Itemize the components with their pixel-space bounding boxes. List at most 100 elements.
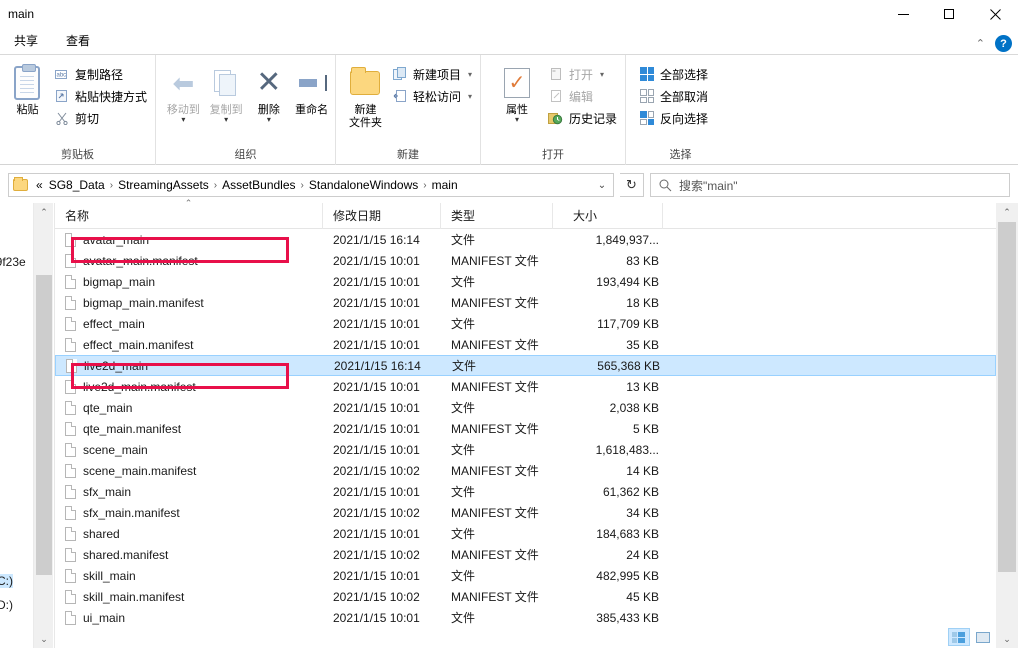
table-row[interactable]: scene_main.manifest 2021/1/15 10:02 MANIFE… [55,460,996,481]
copy-to-button[interactable]: 复制到 ▾ [205,59,248,124]
cell-size: 193,494 KB [596,274,659,289]
edit-icon [548,88,564,104]
breadcrumb-item-standalonewindows[interactable]: StandaloneWindows [306,177,421,193]
breadcrumb-separator-icon: › [423,179,427,191]
breadcrumb-item-assetbundles[interactable]: AssetBundles [219,177,298,193]
scissors-icon [54,110,70,126]
file-scroll-thumb[interactable] [998,222,1016,572]
cell-date-modified: 2021/1/15 16:14 [334,358,421,373]
table-row[interactable]: shared 2021/1/15 10:01 文件 184,683 KB [55,523,996,544]
chevron-down-icon[interactable]: ⌄ [593,180,611,191]
invert-selection-button[interactable]: 反向选择 [636,107,714,129]
group-label-clipboard: 剪贴板 [61,149,94,161]
help-button[interactable]: ? [995,35,1012,52]
file-scroll-up-icon[interactable]: ⌃ [996,203,1018,221]
file-name-label: scene_main.manifest [83,463,197,478]
table-row[interactable]: live2d_main.manifest 2021/1/15 10:01 MANIF… [55,376,996,397]
cell-size: 2,038 KB [609,400,659,415]
close-button[interactable] [972,0,1018,28]
column-header-date[interactable]: 修改日期 [323,202,441,229]
table-row[interactable]: qte_main 2021/1/15 10:01 文件 2,038 KB [55,397,996,418]
chevron-up-icon[interactable]: ⌃ [976,37,985,50]
table-row[interactable]: avatar_main 2021/1/15 16:14 文件 1,849,937... [55,229,996,250]
rename-button[interactable]: 重命名 [290,59,333,117]
cell-size: 1,618,483... [595,442,659,457]
column-header-name[interactable]: ⌃ 名称 [55,198,323,229]
cell-date-modified: 2021/1/15 10:01 [333,442,420,457]
edit-button[interactable]: 编辑 [545,85,623,107]
nav-item-drive-d[interactable]: (D:) [0,598,13,612]
paste-button[interactable]: 粘贴 [4,59,51,117]
cell-size: 117,709 KB [597,316,659,331]
table-row[interactable]: shared.manifest 2021/1/15 10:02 MANIFEST 文… [55,544,996,565]
cell-name: skill_main [55,568,323,583]
table-row[interactable]: skill_main 2021/1/15 10:01 文件 482,995 KB [55,565,996,586]
easy-access-button[interactable]: 轻松访问 ▾ [389,85,478,107]
new-item-button[interactable]: 新建项目 ▾ [389,63,478,85]
table-row[interactable]: ui_main 2021/1/15 10:01 文件 385,433 KB [55,607,996,628]
properties-button[interactable]: ✓ 属性 ▾ [489,59,545,124]
cell-size: 14 KB [626,463,659,478]
column-header-type[interactable]: 类型 [441,202,553,229]
table-row[interactable]: bigmap_main.manifest 2021/1/15 10:01 MANIF… [55,292,996,313]
copy-path-button[interactable]: abc 复制路径 [51,63,153,85]
new-folder-button[interactable]: 新建 文件夹 [342,59,389,130]
breadcrumb[interactable]: « SG8_Data › StreamingAssets › AssetBund… [8,173,614,197]
details-view-button[interactable] [948,628,970,646]
cell-size: 83 KB [626,253,659,268]
table-row[interactable]: qte_main.manifest 2021/1/15 10:01 MANIFEST… [55,418,996,439]
table-row[interactable]: live2d_main 2021/1/15 16:14 文件 565,368 KB [55,355,996,376]
nav-item-drive-c[interactable]: (C:) [0,574,13,588]
table-row[interactable]: bigmap_main 2021/1/15 10:01 文件 193,494 KB [55,271,996,292]
cell-name: bigmap_main [55,274,323,289]
column-header-size[interactable]: 大小 [553,202,663,229]
refresh-button[interactable]: ↻ [620,173,644,197]
cell-type: MANIFEST 文件 [451,506,539,520]
search-input[interactable]: 搜索"main" [650,173,1010,197]
table-row[interactable]: effect_main 2021/1/15 10:01 文件 117,709 KB [55,313,996,334]
select-none-button[interactable]: 全部取消 [636,85,714,107]
column-headers: ⌃ 名称 修改日期 类型 大小 [55,198,996,229]
tab-view[interactable]: 查看 [52,27,104,54]
select-all-button[interactable]: 全部选择 [636,63,714,85]
select-none-icon [639,88,655,104]
nav-pane-scrollbar[interactable]: ⌃ ⌄ [33,203,53,648]
table-row[interactable]: scene_main 2021/1/15 10:01 文件 1,618,483... [55,439,996,460]
breadcrumb-item-main[interactable]: main [429,177,461,193]
breadcrumb-item-streamingassets[interactable]: StreamingAssets [115,177,212,193]
nav-scroll-thumb[interactable] [36,275,52,575]
table-row[interactable]: sfx_main 2021/1/15 10:01 文件 61,362 KB [55,481,996,502]
move-to-icon: ⬅ [172,67,195,98]
cell-name: ui_main [55,610,323,625]
history-button[interactable]: 历史记录 [545,107,623,129]
open-button[interactable]: 打开 ▾ [545,63,623,85]
breadcrumb-item-sg8data[interactable]: SG8_Data [46,177,108,193]
maximize-button[interactable] [926,0,972,28]
nav-scroll-up-icon[interactable]: ⌃ [34,203,54,221]
move-to-button[interactable]: ⬅ 移动到 ▾ [162,59,205,124]
cell-name: shared.manifest [55,547,323,562]
minimize-button[interactable] [880,0,926,28]
sort-ascending-icon: ⌃ [184,197,193,208]
tab-share[interactable]: 共享 [0,27,52,54]
cell-date-modified: 2021/1/15 10:01 [333,526,420,541]
cut-button[interactable]: 剪切 [51,107,153,129]
table-row[interactable]: skill_main.manifest 2021/1/15 10:02 MANIFE… [55,586,996,607]
file-name-label: avatar_main [83,232,150,247]
large-icons-view-button[interactable] [972,628,994,646]
delete-button[interactable]: ✕ 删除 ▾ [248,59,291,124]
copy-path-label: 复制路径 [74,67,123,82]
table-row[interactable]: avatar_main.manifest 2021/1/15 10:01 MANIF… [55,250,996,271]
table-row[interactable]: sfx_main.manifest 2021/1/15 10:02 MANIFEST… [55,502,996,523]
copy-to-caret-icon: ▾ [224,115,229,124]
breadcrumb-overflow[interactable]: « [33,177,46,193]
nav-item-fragment[interactable]: 39f23e [0,255,26,269]
table-row[interactable]: effect_main.manifest 2021/1/15 10:01 MANIF… [55,334,996,355]
nav-scroll-down-icon[interactable]: ⌄ [34,630,54,648]
navigation-pane[interactable]: 39f23e (C:) (D:) [0,203,33,648]
cell-date-modified: 2021/1/15 10:01 [333,484,420,499]
paste-shortcut-button[interactable]: 粘贴快捷方式 [51,85,153,107]
file-scroll-down-icon[interactable]: ⌄ [996,630,1018,648]
open-icon [548,66,564,82]
file-list-scrollbar[interactable]: ⌃ ⌄ [996,203,1018,648]
